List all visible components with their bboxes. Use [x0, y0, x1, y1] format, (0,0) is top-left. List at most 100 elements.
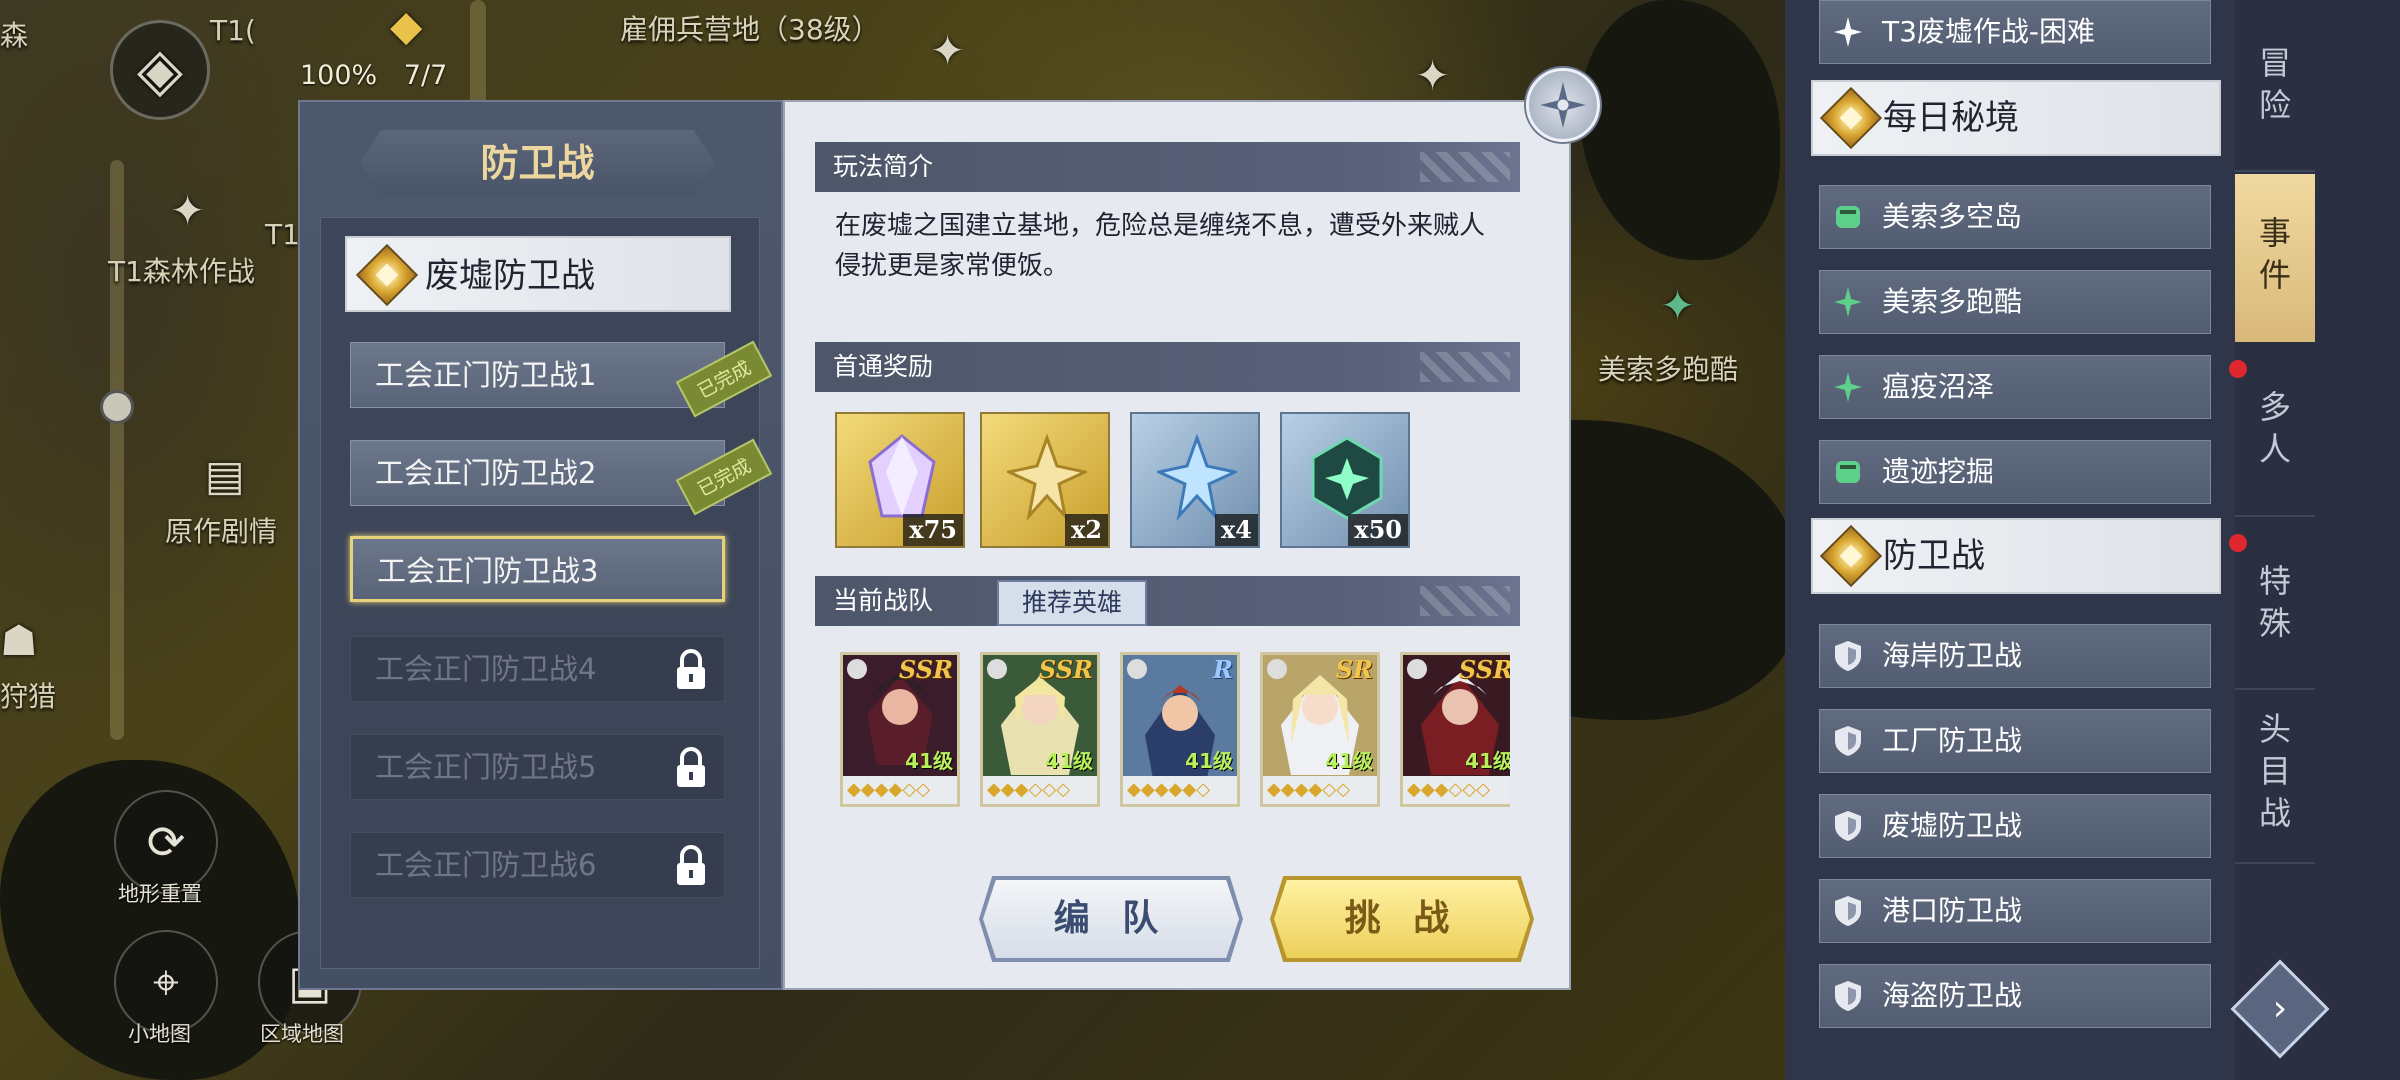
shield-icon: [1835, 811, 1861, 841]
gold-marker-icon[interactable]: ◆: [390, 5, 422, 47]
reward-item-gold-star[interactable]: x2: [980, 412, 1110, 548]
map-label-meso-parkour[interactable]: 美索多跑酷: [1598, 348, 1738, 388]
reward-item-green-orb[interactable]: x50: [1280, 412, 1410, 548]
stage-label: 工会正门防卫战2: [375, 456, 597, 490]
hero-card-5[interactable]: SSR 41级 ◆◆◆◇◇◇: [1400, 652, 1510, 807]
stage-button-4-locked[interactable]: 工会正门防卫战4: [350, 636, 725, 702]
list-item-coast-defense[interactable]: 海岸防卫战: [1819, 624, 2211, 688]
intro-description: 在废墟之国建立基地，危险总是缠绕不息，遭受外来贼人 侵扰更是家常便饭。: [835, 206, 1525, 286]
hunt-icon[interactable]: ☗: [0, 620, 38, 662]
tab-label-char: 殊: [2258, 604, 2291, 642]
formation-button[interactable]: 编 队: [983, 880, 1239, 958]
team-section-header: 当前战队: [815, 576, 1520, 626]
map-label-t1-forest[interactable]: T1森林作战: [108, 250, 255, 290]
map-location-pin[interactable]: [100, 390, 134, 424]
category-header-ruins-defense[interactable]: 废墟防卫战: [345, 236, 731, 312]
hero-card-2[interactable]: SSR 41级 ◆◆◆◇◇◇: [980, 652, 1100, 807]
fist-icon: [1836, 206, 1860, 228]
close-button[interactable]: [1526, 68, 1600, 142]
star-marker-icon[interactable]: ✦: [1415, 55, 1450, 97]
tab-adventure[interactable]: 冒 险: [2235, 36, 2315, 166]
tab-label-char: 战: [2258, 794, 2291, 832]
rarity-badge: SSR: [898, 655, 953, 684]
tab-label-char: 头: [2258, 710, 2291, 748]
tab-divider: [2235, 688, 2315, 690]
tab-special[interactable]: 特 殊: [2235, 560, 2315, 660]
challenge-button[interactable]: 挑 战: [1274, 880, 1530, 958]
notification-dot: [2229, 534, 2247, 552]
hero-card-1[interactable]: SSR 41级 ◆◆◆◆◇◇: [840, 652, 960, 807]
list-header-defense[interactable]: 防卫战: [1811, 518, 2221, 594]
stage-button-1[interactable]: 工会正门防卫战1 已完成: [350, 340, 773, 418]
book-icon[interactable]: ▤: [205, 455, 245, 497]
hero-level: 41级: [905, 749, 953, 773]
list-item-label: 工厂防卫战: [1882, 724, 2023, 757]
list-item-pirate-defense[interactable]: 海盗防卫战: [1819, 964, 2211, 1028]
tab-multiplayer[interactable]: 多 人: [2235, 386, 2315, 486]
rarity-badge: SSR: [1458, 655, 1510, 684]
list-item-label: 遗迹挖掘: [1882, 455, 1995, 488]
list-item-plague-swamp[interactable]: 瘟疫沼泽: [1819, 355, 2211, 419]
map-label-t1-partial-2: T1: [265, 218, 300, 251]
hero-card-5-clip: SSR 41级 ◆◆◆◇◇◇: [1400, 647, 1510, 813]
category-label: 废墟防卫战: [425, 256, 595, 296]
element-icon: [847, 659, 867, 679]
tab-label-char: 目: [2258, 752, 2291, 790]
gold-star-crystal-icon: [1007, 433, 1087, 521]
star-cross-icon: [1834, 17, 1862, 47]
rarity-badge: SR: [1335, 655, 1373, 684]
stage-button-5-locked[interactable]: 工会正门防卫战5: [350, 734, 725, 800]
hero-level: 41级: [1325, 749, 1373, 773]
reward-item-blue-star[interactable]: x4: [1130, 412, 1260, 548]
reward-count: x75: [903, 514, 963, 546]
list-header-daily-secret[interactable]: 每日秘境: [1811, 80, 2221, 156]
stage-button-2[interactable]: 工会正门防卫战2 已完成: [350, 438, 773, 516]
tab-event-active[interactable]: 事 件: [2235, 174, 2315, 342]
list-item-factory-defense[interactable]: 工厂防卫战: [1819, 709, 2211, 773]
list-item-t3-ruins-hard[interactable]: T3废墟作战-困难: [1819, 0, 2211, 64]
map-label-mercenary-camp[interactable]: 雇佣兵营地（38级）: [620, 8, 880, 48]
activity-list-panel[interactable]: T3废墟作战-困难 每日秘境 美索多空岛 美索多跑酷 瘟疫沼泽 遗迹挖掘 防卫战: [1785, 0, 2235, 1080]
stage-button-3-selected[interactable]: 工会正门防卫战3: [350, 536, 725, 602]
stage-label: 工会正门防卫战6: [375, 848, 597, 882]
map-label-story[interactable]: 原作剧情: [165, 510, 277, 550]
list-item-label: 海盗防卫战: [1882, 979, 2023, 1012]
shield-icon: [1835, 641, 1861, 671]
element-icon: [1407, 659, 1427, 679]
region-map-label: 区域地图: [260, 1022, 344, 1046]
map-label-t1-partial: T1(: [210, 14, 256, 47]
tab-divider: [2235, 170, 2315, 172]
region-progress-hud: 100% 7/7: [300, 60, 465, 91]
list-item-meso-sky-island[interactable]: 美索多空岛: [1819, 185, 2211, 249]
hero-card-4[interactable]: SR 41级 ◆◆◆◆◇◇: [1260, 652, 1380, 807]
refresh-icon: ⟳: [146, 815, 186, 869]
list-item-ruins-dig[interactable]: 遗迹挖掘: [1819, 440, 2211, 504]
rainbow-crystal-icon: [868, 434, 936, 518]
element-icon: [1127, 659, 1147, 679]
reward-item-crystal[interactable]: x75: [835, 412, 965, 548]
green-star-marker-icon[interactable]: ✦: [1660, 285, 1695, 327]
reward-count: x50: [1348, 514, 1408, 546]
recommended-heroes-button[interactable]: 推荐英雄: [997, 580, 1147, 626]
close-icon: [1540, 82, 1586, 128]
tab-divider: [2235, 515, 2315, 517]
tab-boss-battle[interactable]: 头 目 战: [2235, 708, 2315, 858]
map-label-forest-partial: 森: [0, 19, 29, 52]
stage-button-6-locked[interactable]: 工会正门防卫战6: [350, 832, 725, 898]
list-item-label: 港口防卫战: [1882, 894, 2023, 927]
stage-label: 工会正门防卫战3: [377, 554, 599, 588]
intro-text-line: 在废墟之国建立基地，危险总是缠绕不息，遭受外来贼人: [835, 211, 1486, 241]
list-item-meso-parkour[interactable]: 美索多跑酷: [1819, 270, 2211, 334]
rarity-badge: SSR: [1038, 655, 1093, 684]
tab-label-char: 事: [2258, 214, 2291, 252]
map-icon: ⌖: [153, 955, 179, 1009]
list-item-port-defense[interactable]: 港口防卫战: [1819, 879, 2211, 943]
hero-stars: ◆◆◆◆◇◇: [1263, 776, 1377, 804]
star-marker-icon[interactable]: ✦: [930, 30, 965, 72]
green-star-icon: [1834, 287, 1862, 317]
list-item-ruins-defense[interactable]: 废墟防卫战: [1819, 794, 2211, 858]
fist-icon: [1836, 461, 1860, 483]
hero-card-3[interactable]: R 41级 ◆◆◆◆◆◇: [1120, 652, 1240, 807]
star-marker-icon[interactable]: ✦: [170, 190, 205, 232]
region-compass-icon[interactable]: ◈: [110, 20, 210, 120]
